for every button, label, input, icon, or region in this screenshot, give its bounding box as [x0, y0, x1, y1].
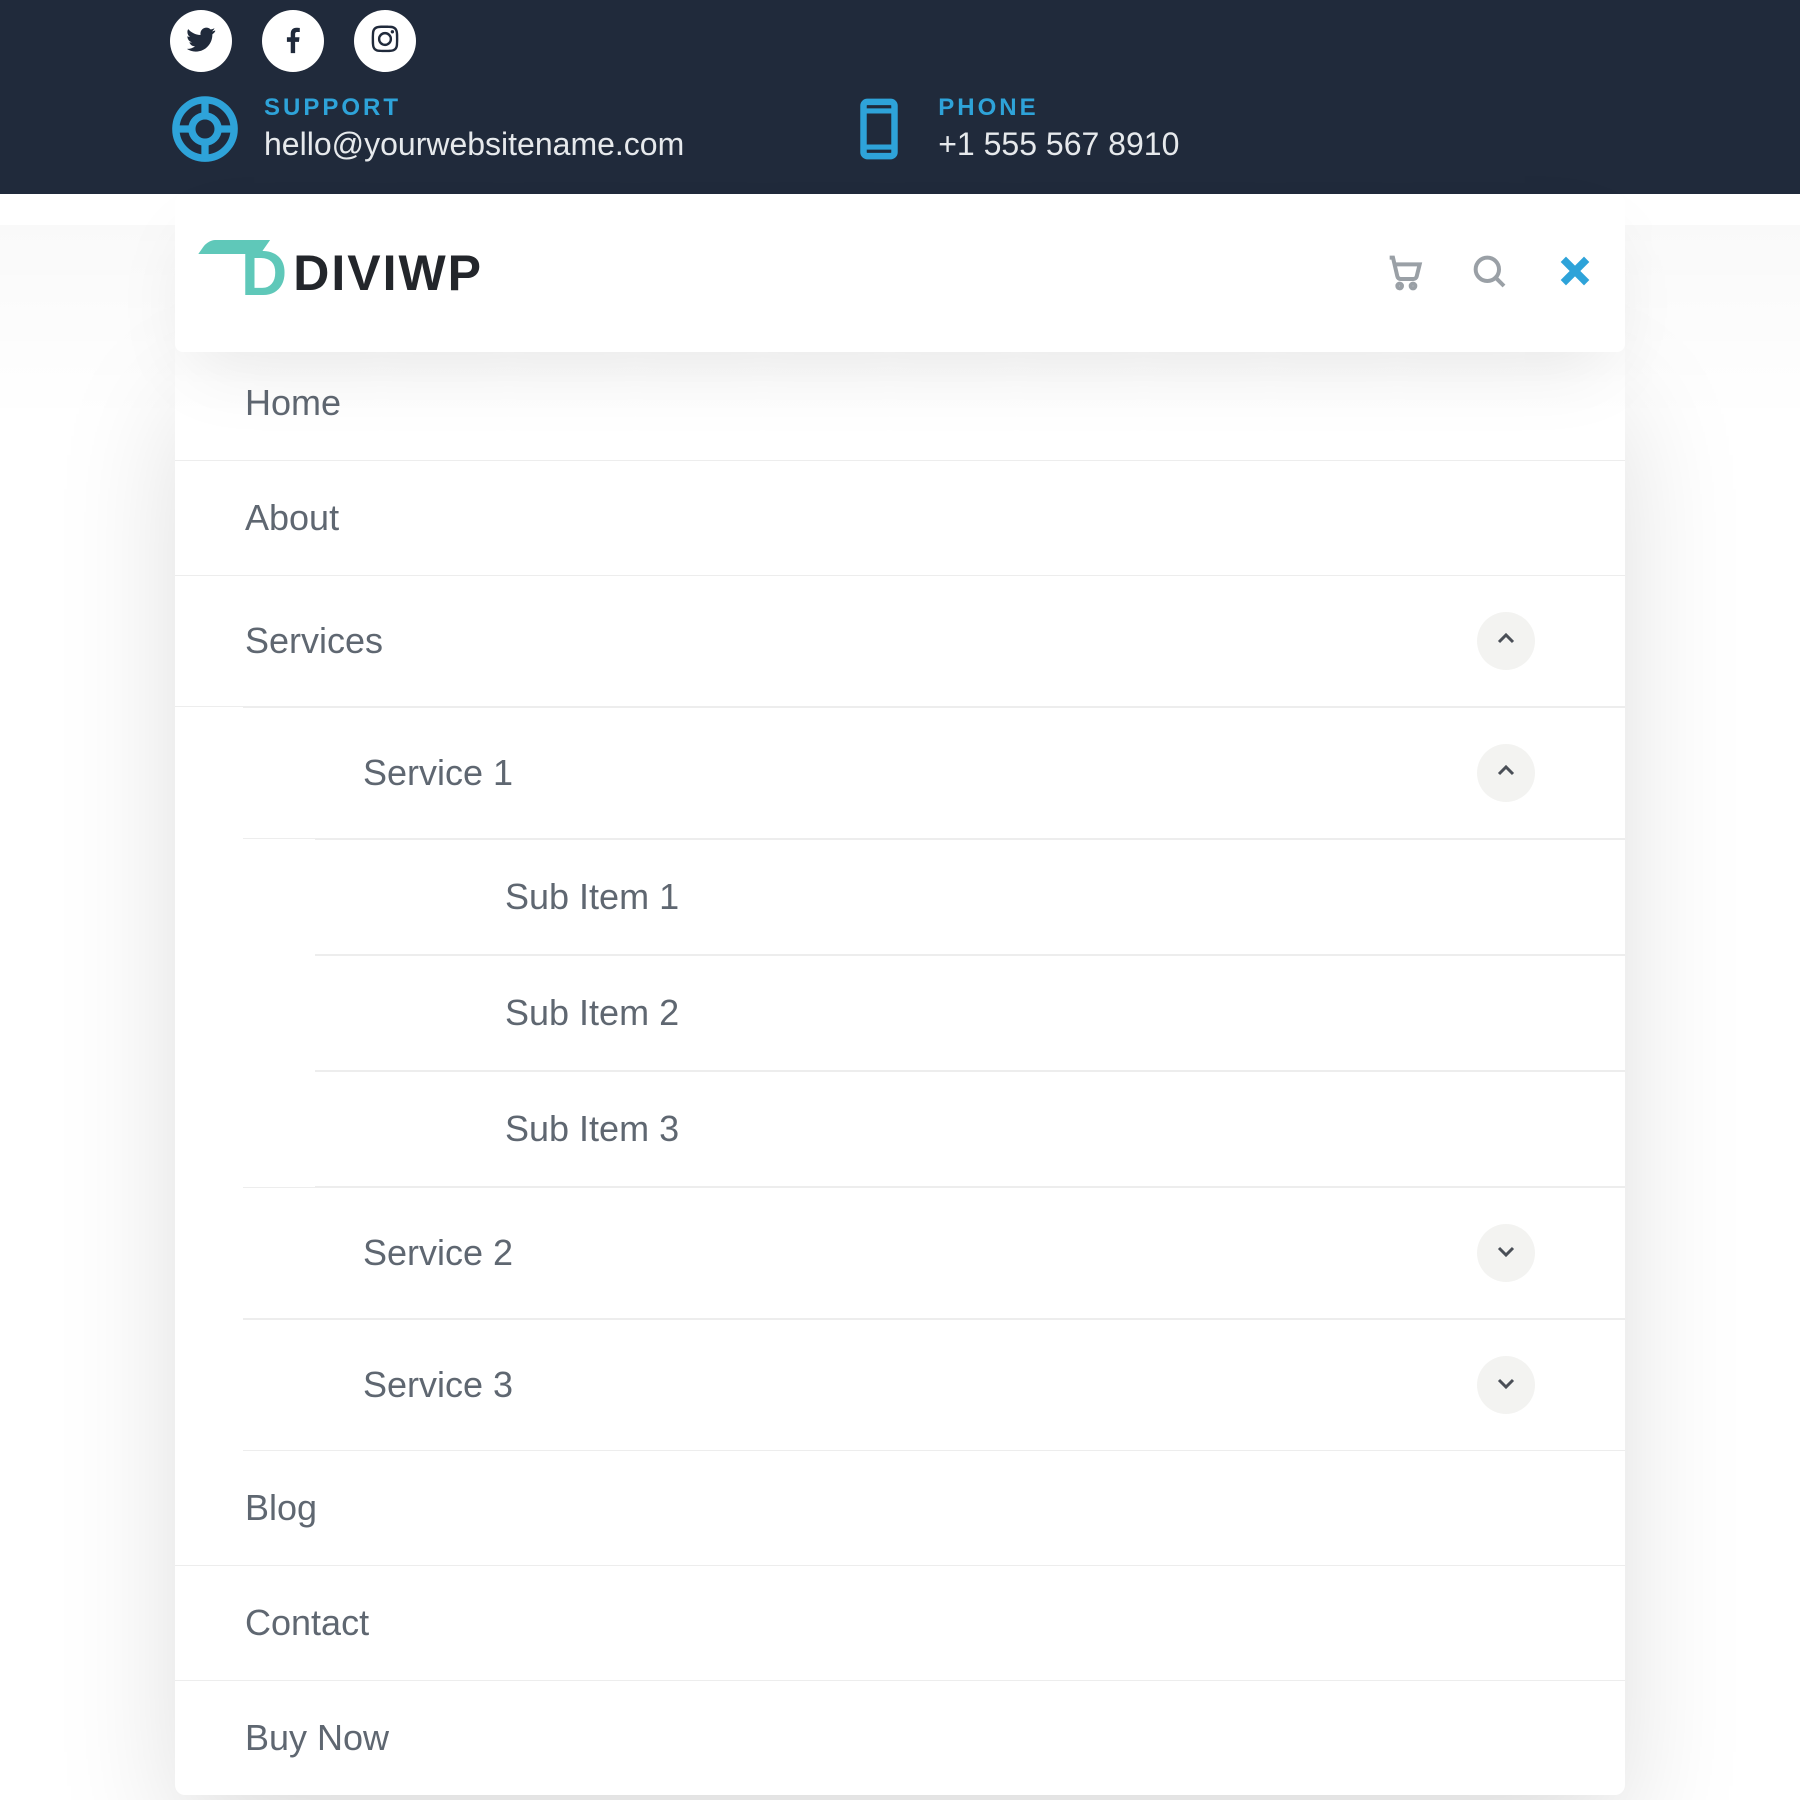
facebook-icon: [276, 22, 310, 61]
nav-service-3[interactable]: Service 3: [243, 1319, 1625, 1451]
nav-blog-label: Blog: [245, 1487, 1555, 1529]
instagram-icon: [368, 22, 402, 61]
site-header: D DIVIWP: [175, 194, 1625, 352]
top-bar: SUPPORT hello@yourwebsitename.com PHONE …: [0, 0, 1800, 194]
nav-services-label: Services: [245, 620, 1477, 662]
support-block: SUPPORT hello@yourwebsitename.com: [170, 94, 684, 164]
nav-sub-item-2[interactable]: Sub Item 2: [315, 955, 1625, 1071]
cart-icon: [1383, 278, 1423, 295]
nav-sub-item-3-label: Sub Item 3: [505, 1108, 1555, 1150]
nav-about[interactable]: About: [175, 461, 1625, 576]
phone-block: PHONE +1 555 567 8910: [844, 94, 1179, 164]
logo[interactable]: D DIVIWP: [185, 236, 483, 310]
social-links: [170, 0, 1630, 72]
nav-service-2[interactable]: Service 2: [243, 1187, 1625, 1319]
chevron-down-icon: [1494, 1239, 1518, 1268]
service-3-toggle[interactable]: [1477, 1356, 1535, 1414]
support-label: SUPPORT: [264, 94, 684, 122]
mobile-menu-panel: Home About Services Service 1 Sub Item 1…: [175, 346, 1625, 1795]
twitter-icon: [184, 22, 218, 61]
header-actions: [1383, 251, 1595, 296]
phone-icon: [844, 94, 914, 164]
nav-buy-now-label: Buy Now: [245, 1717, 1555, 1759]
service-1-toggle[interactable]: [1477, 744, 1535, 802]
nav-about-label: About: [245, 497, 1555, 539]
chevron-up-icon: [1494, 759, 1518, 788]
phone-label: PHONE: [938, 94, 1179, 122]
nav-sub-item-3[interactable]: Sub Item 3: [315, 1071, 1625, 1187]
phone-value[interactable]: +1 555 567 8910: [938, 126, 1179, 163]
nav-service-3-label: Service 3: [363, 1364, 1477, 1406]
menu-close-button[interactable]: [1555, 251, 1595, 296]
twitter-link[interactable]: [170, 10, 232, 72]
nav-sub-item-1[interactable]: Sub Item 1: [315, 839, 1625, 955]
nav-service-2-label: Service 2: [363, 1232, 1477, 1274]
search-icon: [1469, 278, 1509, 295]
nav-contact-label: Contact: [245, 1602, 1555, 1644]
facebook-link[interactable]: [262, 10, 324, 72]
search-button[interactable]: [1469, 251, 1509, 296]
logo-text-a: DIVI: [293, 245, 398, 301]
instagram-link[interactable]: [354, 10, 416, 72]
nav-contact[interactable]: Contact: [175, 1566, 1625, 1681]
nav-services[interactable]: Services: [175, 576, 1625, 707]
contact-row: SUPPORT hello@yourwebsitename.com PHONE …: [170, 94, 1630, 164]
logo-text: DIVIWP: [293, 244, 483, 302]
nav-buy-now[interactable]: Buy Now: [175, 1681, 1625, 1795]
service-2-toggle[interactable]: [1477, 1224, 1535, 1282]
chevron-up-icon: [1494, 627, 1518, 656]
support-value[interactable]: hello@yourwebsitename.com: [264, 126, 684, 163]
nav-sub-item-1-label: Sub Item 1: [505, 876, 1555, 918]
nav-sub-item-2-label: Sub Item 2: [505, 992, 1555, 1034]
services-toggle[interactable]: [1477, 612, 1535, 670]
support-icon: [170, 94, 240, 164]
chevron-down-icon: [1494, 1371, 1518, 1400]
logo-mark: D: [185, 236, 285, 310]
nav-blog[interactable]: Blog: [175, 1451, 1625, 1566]
close-icon: [1555, 278, 1595, 295]
nav-service-1-label: Service 1: [363, 752, 1477, 794]
nav-service-1[interactable]: Service 1: [243, 707, 1625, 839]
logo-text-b: WP: [398, 245, 483, 301]
cart-button[interactable]: [1383, 251, 1423, 296]
